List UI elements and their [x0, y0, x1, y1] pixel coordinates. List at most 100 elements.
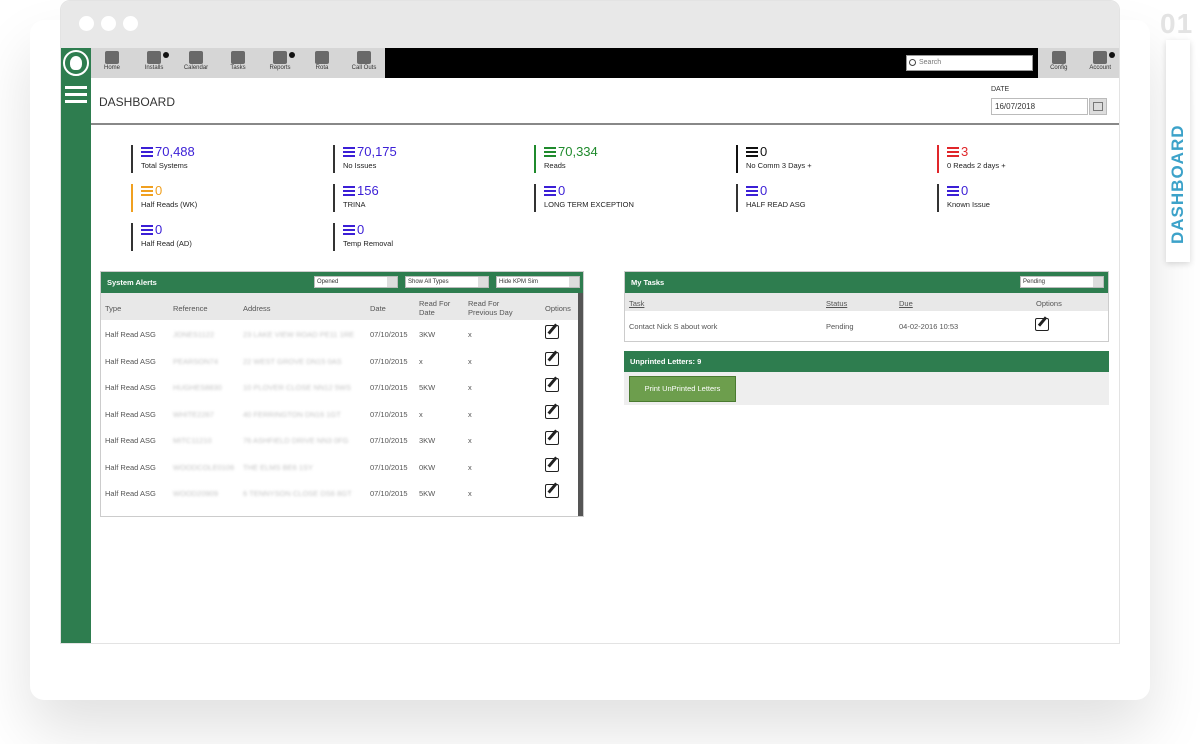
tasks-header: My Tasks Pending	[625, 272, 1108, 293]
edit-icon[interactable]	[545, 351, 559, 366]
edit-icon[interactable]	[545, 457, 559, 472]
alerts-scrollbar[interactable]	[578, 293, 583, 516]
nav-installs[interactable]: Installs	[133, 48, 175, 78]
edit-icon[interactable]	[545, 378, 559, 392]
stat-card[interactable]: 70,334 Reads	[534, 145, 724, 173]
nav-home[interactable]: Home	[91, 48, 133, 78]
stat-value: 0	[947, 184, 1119, 198]
window-dot-1[interactable]	[79, 16, 94, 31]
stat-value: 70,175	[343, 145, 523, 159]
window-dot-2[interactable]	[101, 16, 116, 31]
table-row[interactable]: Half Read ASG WHITE2267 40 FERRINGTON DN16…	[101, 401, 579, 427]
stat-label: Half Reads (WK)	[141, 200, 198, 209]
stat-value: 0	[343, 223, 523, 237]
cell-address: 10 PLOVER CLOSE NN12 5WS	[243, 383, 351, 392]
page-number: 01	[1160, 8, 1194, 39]
tasks-status-select[interactable]: Pending	[1020, 276, 1104, 288]
cell-date: 07/10/2015	[370, 330, 408, 339]
alerts-kpm-select[interactable]: Hide KPM Sim	[496, 276, 580, 288]
task-name[interactable]: Contact Nick S about work	[629, 322, 717, 331]
stat-card[interactable]: 70,488 Total Systems	[131, 145, 321, 173]
stat-card[interactable]: 0 Half Reads (WK)	[131, 184, 321, 212]
cell-read-prev-day: x	[468, 356, 472, 366]
date-input[interactable]: 16/07/2018	[991, 98, 1088, 115]
col-status[interactable]: Status	[826, 299, 847, 308]
footprint-icon	[70, 56, 82, 70]
edit-icon[interactable]	[1035, 318, 1049, 331]
table-row[interactable]: Half Read ASG JONES1122 23 LAKE VIEW ROAD …	[101, 321, 579, 347]
search-icon	[909, 59, 916, 66]
table-row[interactable]: Half Read ASG PEARSON74 22 WEST GROVE DN15…	[101, 348, 579, 374]
stat-card[interactable]: 70,175 No Issues	[333, 145, 523, 173]
cell-reference: HUGHES8830	[173, 383, 222, 392]
cell-type: Half Read ASG	[105, 409, 156, 419]
stat-number: 0	[155, 222, 163, 237]
app-logo[interactable]	[63, 50, 89, 76]
cell-address: 6 TENNYSON CLOSE DS6 8GT	[243, 489, 352, 498]
stat-card[interactable]: 156 TRINA	[333, 184, 523, 212]
alerts-type-select[interactable]: Show All Types	[405, 276, 489, 288]
print-letters-button[interactable]: Print UnPrinted Letters	[629, 376, 736, 402]
menu-icon[interactable]	[65, 86, 87, 107]
nav-label: Rota	[315, 65, 329, 71]
cell-read-prev-day: x	[468, 383, 472, 392]
edit-icon[interactable]	[545, 325, 559, 339]
top-nav: Home Installs Calendar Tasks Reports Rota Call…	[91, 48, 1120, 78]
stat-card[interactable]: 0 Temp Removal	[333, 223, 523, 251]
stat-number: 0	[155, 183, 163, 198]
stat-card[interactable]: 0 LONG TERM EXCEPTION	[534, 184, 724, 212]
table-row[interactable]: Half Read ASG WOOD20909 6 TENNYSON CLOSE D…	[101, 480, 579, 506]
cell-read-for-date: 3KW	[419, 436, 436, 445]
alerts-status-select[interactable]: Opened	[314, 276, 398, 288]
search-placeholder: Search	[919, 59, 942, 66]
right-nav-group: Config Account	[1038, 48, 1120, 78]
table-row[interactable]: Half Read ASG MITC11210 76 ASHFIELD DRIVE …	[101, 427, 579, 453]
list-icon	[343, 147, 355, 157]
stat-card[interactable]: 3 0 Reads 2 days +	[937, 145, 1119, 173]
stat-card[interactable]: 0 Half Read (AD)	[131, 223, 321, 251]
cell-address: 40 FERRINGTON DN16 1GT	[243, 409, 341, 419]
cell-reference: WOODCOLE0106	[173, 462, 235, 472]
stat-card[interactable]: 0 HALF READ ASG	[736, 184, 926, 212]
stat-card[interactable]: 0 No Comm 3 Days +	[736, 145, 926, 173]
table-row[interactable]: Half Read ASG WOODCOLE0106 THE ELMS BE6 1S…	[101, 454, 579, 480]
stat-label: TRINA	[343, 200, 366, 209]
table-row[interactable]: Half Read ASG HUGHES8830 10 PLOVER CLOSE N…	[101, 374, 579, 400]
unprinted-letters-panel: Unprinted Letters: 9 Print UnPrinted Let…	[624, 351, 1109, 405]
search-input[interactable]: Search	[906, 55, 1033, 71]
edit-icon[interactable]	[545, 431, 559, 445]
nav-rota[interactable]: Rota	[301, 48, 343, 78]
nav-label: Home	[103, 65, 120, 71]
list-icon	[544, 147, 556, 157]
date-label: DATE	[991, 86, 1010, 93]
stat-value: 0	[141, 184, 321, 198]
list-icon	[141, 225, 153, 235]
cell-date: 07/10/2015	[370, 383, 408, 392]
nav-tasks[interactable]: Tasks	[217, 48, 259, 78]
alerts-header: System Alerts Opened Show All Types Hide…	[101, 272, 583, 293]
calendar-icon	[189, 51, 203, 64]
chevron-down-icon	[1109, 52, 1115, 58]
nav-calendar[interactable]: Calendar	[175, 48, 217, 78]
stat-label: LONG TERM EXCEPTION	[544, 200, 634, 209]
edit-icon[interactable]	[545, 404, 559, 419]
letters-header: Unprinted Letters: 9	[624, 351, 1109, 372]
stat-card[interactable]: 0 Known Issue	[937, 184, 1119, 212]
alerts-type-value: Show All Types	[408, 279, 449, 285]
col-task[interactable]: Task	[629, 299, 644, 308]
edit-icon[interactable]	[545, 484, 559, 498]
list-icon	[343, 186, 355, 196]
nav-call-outs[interactable]: Call Outs	[343, 48, 385, 78]
nav-reports[interactable]: Reports	[259, 48, 301, 78]
nav-config[interactable]: Config	[1038, 48, 1080, 78]
calendar-button[interactable]	[1089, 98, 1107, 115]
list-icon	[343, 225, 355, 235]
col-due[interactable]: Due	[899, 299, 913, 308]
left-sidebar	[61, 48, 91, 643]
window-dot-3[interactable]	[123, 16, 138, 31]
chevron-down-icon	[478, 277, 488, 287]
cell-type: Half Read ASG	[105, 356, 156, 366]
nav-account[interactable]: Account	[1080, 48, 1120, 78]
user-icon	[1093, 51, 1108, 64]
list-icon	[141, 147, 153, 157]
